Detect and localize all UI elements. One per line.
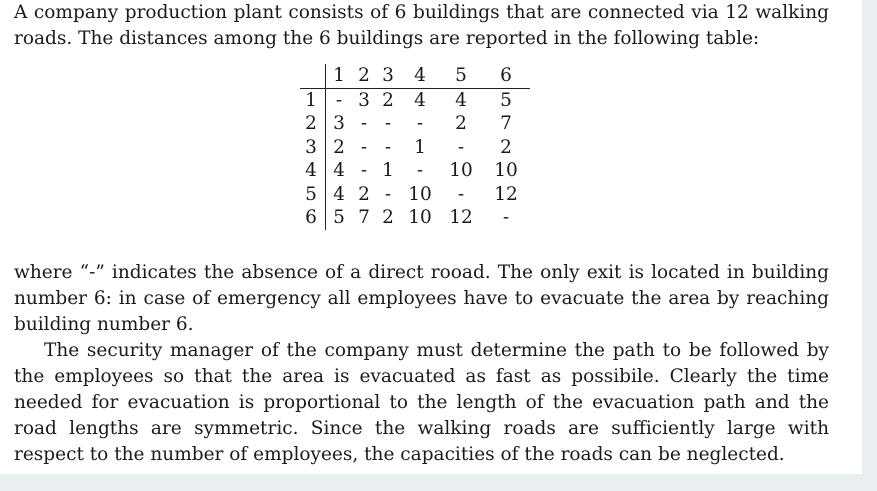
table-cell: 2 [382, 207, 394, 228]
table-cell: - [502, 207, 510, 228]
table-cell: - [384, 113, 392, 134]
column-header: 4 [400, 64, 440, 89]
table-cell: 4 [414, 89, 426, 111]
table-cell: 1 [382, 160, 394, 181]
table-cell: 7 [358, 207, 370, 228]
table-cell: 2 [382, 89, 394, 111]
table-cell: 2 [358, 183, 370, 205]
row-header: 5 [300, 182, 326, 206]
column-header: 5 [440, 64, 482, 89]
table-cell: 10 [449, 160, 473, 181]
table-cell: 5 [500, 89, 512, 111]
document-page: A company production plant consists of 6… [0, 0, 862, 474]
column-header: 2 [352, 64, 376, 89]
table-cell: - [360, 160, 368, 181]
table-cell: - [384, 183, 392, 205]
table-cell: - [416, 160, 424, 181]
table-cell: 4 [333, 183, 345, 205]
row-header: 6 [300, 206, 326, 230]
table-cell: 10 [408, 183, 432, 205]
row-header: 1 [300, 88, 326, 112]
table-cell: 2 [500, 136, 512, 158]
table-row: 1 - 3 2 4 4 5 [300, 88, 530, 112]
table-cell: 4 [455, 89, 467, 111]
table-header-row: 1 2 3 4 5 6 [300, 64, 530, 89]
table-cell: - [457, 183, 465, 205]
table-cell: 12 [494, 183, 518, 205]
row-header: 4 [300, 159, 326, 183]
table-cell: - [416, 113, 424, 134]
table-cell: - [335, 89, 343, 111]
table-cell: 3 [333, 113, 345, 134]
table-row: 4 4 - 1 - 10 10 [300, 159, 530, 183]
table-row: 3 2 - - 1 - 2 [300, 135, 530, 159]
security-paragraph: The security manager of the company must… [14, 340, 829, 465]
row-header: 2 [300, 112, 326, 136]
table-cell: 10 [408, 207, 432, 228]
table-cell: - [360, 113, 368, 134]
table-cell: 4 [333, 160, 345, 181]
table-cell: - [384, 136, 392, 158]
row-header: 3 [300, 135, 326, 159]
table-cell: 10 [494, 160, 518, 181]
table-cell: 1 [414, 136, 426, 158]
table-cell: 2 [333, 136, 345, 158]
table-row: 5 4 2 - 10 - 12 [300, 182, 530, 206]
intro-paragraph: A company production plant consists of 6… [14, 2, 829, 49]
table-cell: 3 [358, 89, 370, 111]
table-row: 6 5 7 2 10 12 - [300, 206, 530, 230]
table-cell: 7 [500, 113, 512, 134]
table-row: 2 3 - - - 2 7 [300, 112, 530, 136]
column-header: 1 [325, 64, 352, 89]
distance-table: 1 2 3 4 5 6 1 - 3 2 4 4 5 2 3 - - - 2 7 … [300, 64, 530, 230]
table-cell: 2 [455, 113, 467, 134]
table-cell: - [457, 136, 465, 158]
table-corner [300, 64, 326, 89]
table-cell: 12 [449, 207, 473, 228]
column-header: 6 [482, 64, 530, 89]
explanation-paragraph: where “-” indicates the absence of a dir… [14, 262, 829, 335]
column-header: 3 [376, 64, 400, 89]
table-cell: 5 [333, 207, 345, 228]
table-cell: - [360, 136, 368, 158]
